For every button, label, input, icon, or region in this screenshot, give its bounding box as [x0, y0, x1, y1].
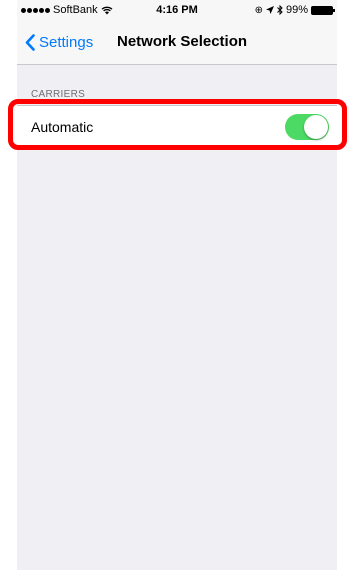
status-indicators: ⊕ 99% — [254, 4, 335, 16]
bluetooth-icon — [277, 5, 283, 15]
battery-percent: 99% — [285, 4, 308, 16]
rotation-lock-icon: ⊕ — [254, 4, 263, 16]
status-bar: SoftBank 4:16 PM ⊕ 99% — [17, 0, 337, 20]
phone-screen: SoftBank 4:16 PM ⊕ 99% Settings Network … — [17, 0, 337, 570]
location-arrow-icon — [265, 6, 274, 14]
back-button[interactable]: Settings — [25, 20, 93, 64]
back-button-label: Settings — [39, 33, 94, 51]
highlight-annotation — [8, 99, 347, 150]
page-title: Network Selection — [117, 33, 248, 50]
navigation-bar: Settings Network Selection — [17, 20, 337, 65]
battery-icon — [311, 5, 335, 15]
chevron-left-icon — [25, 33, 35, 51]
